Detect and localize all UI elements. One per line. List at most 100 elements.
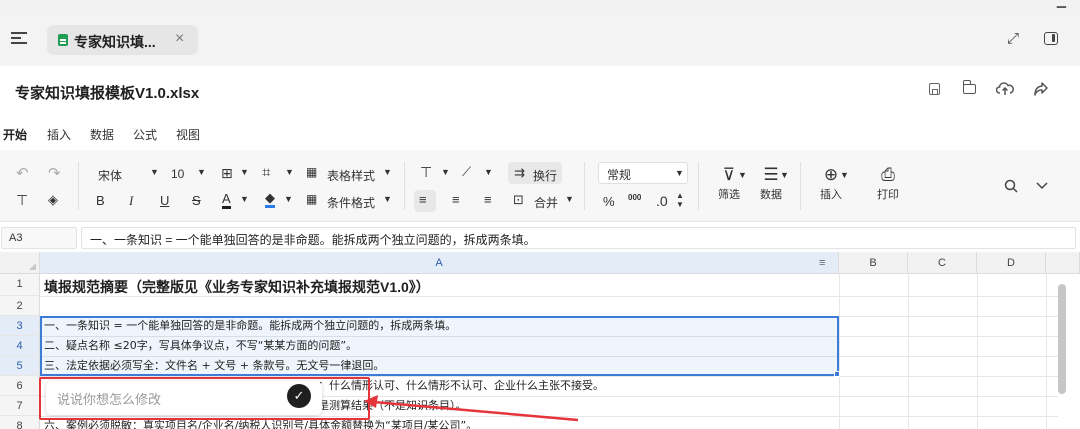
column-header-d[interactable]: D	[977, 252, 1046, 274]
align-center-icon[interactable]: ≡	[452, 192, 460, 207]
vertical-align-icon[interactable]: ⊤	[420, 164, 432, 181]
document-tab[interactable]: 专家知识填... ×	[47, 25, 198, 55]
window-top-strip: ▁	[0, 0, 1080, 14]
chevron-down-icon[interactable]: ▼	[284, 194, 293, 204]
menu-icon[interactable]	[11, 32, 27, 44]
border-icon[interactable]: ⊞	[221, 165, 233, 182]
chevron-down-icon[interactable]: ▼	[150, 167, 159, 177]
crop-icon[interactable]: ⌗	[262, 164, 270, 181]
chevron-down-icon[interactable]: ▼	[441, 167, 450, 177]
underline-button[interactable]: U	[160, 193, 169, 208]
row-header[interactable]: 4	[0, 336, 40, 356]
format-painter-icon[interactable]: ⊤	[16, 192, 28, 209]
search-icon[interactable]	[1004, 179, 1018, 193]
chevron-down-icon[interactable]: ▼	[240, 194, 249, 204]
vertical-scrollbar[interactable]	[1058, 278, 1066, 428]
chevron-down-icon[interactable]: ▼	[285, 167, 294, 177]
upload-icon[interactable]	[996, 80, 1014, 98]
row-header[interactable]: 2	[0, 296, 40, 316]
tab-data[interactable]: 数据	[90, 126, 114, 143]
conditional-format-icon: ▦	[306, 192, 318, 206]
align-left-icon[interactable]: ≡	[419, 192, 427, 207]
chevron-down-icon[interactable]: ▼	[197, 167, 206, 177]
formula-bar: A3 一、一条知识 = 一个能单独回答的是非命题。能拆成两个独立问题的，拆成两条…	[0, 224, 1080, 252]
strikethrough-button[interactable]: S	[192, 193, 201, 208]
row-header[interactable]: 8	[0, 416, 40, 429]
align-right-icon[interactable]: ≡	[484, 192, 492, 207]
text-rotate-icon[interactable]: ⟋	[462, 164, 471, 180]
column-header-b[interactable]: B	[839, 252, 908, 274]
cell-a5[interactable]: 三、法定依据必须写全：文件名 + 文号 + 条款号。无文号一律退回。	[44, 356, 384, 376]
spreadsheet-icon	[58, 34, 68, 46]
undo-icon[interactable]: ↶	[16, 164, 29, 182]
wrap-button[interactable]: 换行	[533, 167, 557, 184]
close-icon[interactable]: ×	[175, 30, 184, 48]
cell-a3[interactable]: 一、一条知识 = 一个能单独回答的是非命题。能拆成两个独立问题的，拆成两条填。	[44, 316, 456, 336]
chevron-down-icon[interactable]: ▼	[738, 170, 747, 180]
number-format-select[interactable]: 常规 ▼	[598, 162, 688, 184]
file-title: 专家知识填报模板V1.0.xlsx	[15, 85, 200, 102]
chevron-down-icon[interactable]: ▼	[240, 167, 249, 177]
chevron-down-icon[interactable]: ▼	[383, 194, 392, 204]
folder-icon[interactable]	[962, 80, 976, 94]
eraser-icon[interactable]: ◈	[48, 192, 58, 208]
print-label: 打印	[877, 189, 899, 201]
tab-insert[interactable]: 插入	[47, 126, 71, 143]
row-header[interactable]: 5	[0, 356, 40, 376]
conditional-format-button[interactable]: 条件格式	[327, 194, 375, 211]
document-tab-label: 专家知识填...	[74, 34, 156, 50]
chevron-down-icon[interactable]: ▼	[565, 194, 574, 204]
tab-view[interactable]: 视图	[176, 126, 200, 143]
insert-label: 插入	[820, 189, 842, 201]
thousands-button[interactable]: 000	[628, 193, 641, 202]
ribbon-tabs: 开始 插入 数据 公式 视图	[0, 116, 1080, 152]
save-icon[interactable]	[929, 83, 940, 95]
wrap-icon: ⇉	[514, 165, 525, 180]
chevron-down-icon: ▼	[675, 168, 684, 178]
cell-a1[interactable]: 填报规范摘要（完整版见《业务专家知识补充填报规范V1.0》）	[44, 274, 430, 300]
row-header[interactable]: 6	[0, 376, 40, 396]
tab-home[interactable]: 开始	[3, 126, 28, 152]
decimal-button[interactable]: .0	[656, 193, 668, 209]
print-button[interactable]: ⎙ 打印	[870, 164, 906, 202]
printer-icon: ⎙	[881, 165, 895, 184]
italic-button[interactable]: I	[129, 193, 133, 209]
row-header[interactable]: 3	[0, 316, 40, 336]
column-header-e[interactable]	[1046, 252, 1080, 274]
fill-handle[interactable]	[834, 371, 840, 377]
row-header[interactable]: 1	[0, 274, 40, 296]
sidebar-toggle-icon[interactable]	[1044, 32, 1058, 45]
chevron-down-icon[interactable]: ▼	[780, 170, 789, 180]
column-header-a[interactable]: A	[40, 252, 839, 274]
percent-button[interactable]: %	[603, 194, 615, 209]
formula-input[interactable]: 一、一条知识 = 一个能单独回答的是非命题。能拆成两个独立问题的，拆成两条填。	[81, 227, 1076, 249]
share-icon[interactable]	[1032, 80, 1050, 98]
window-control-icon[interactable]: ▁	[1057, 0, 1066, 8]
column-filter-icon[interactable]: ≡	[819, 257, 831, 269]
font-size-select[interactable]: 10	[171, 167, 184, 181]
chevron-down-icon[interactable]	[1036, 181, 1048, 191]
separator	[584, 162, 585, 210]
cell-reference-box[interactable]: A3	[1, 227, 77, 249]
font-name-select[interactable]: 宋体	[98, 167, 122, 184]
file-title-bar: 专家知识填报模板V1.0.xlsx	[0, 66, 1080, 116]
select-all-corner[interactable]	[0, 252, 40, 274]
highlight-box	[39, 377, 370, 420]
row-header[interactable]: 7	[0, 396, 40, 416]
decimal-stepper-icon[interactable]: ▲ ▼	[676, 191, 684, 209]
bold-button[interactable]: B	[96, 193, 105, 208]
fill-color-icon[interactable]: ◆	[265, 191, 275, 208]
redo-icon[interactable]: ↷	[48, 164, 61, 182]
scrollbar-thumb[interactable]	[1058, 284, 1066, 394]
chevron-down-icon[interactable]: ▼	[840, 170, 849, 180]
merge-button[interactable]: 合并	[534, 194, 558, 211]
chevron-down-icon[interactable]: ▼	[484, 167, 493, 177]
separator	[698, 162, 699, 210]
cell-a4[interactable]: 二、疑点名称 ≤20字，写具体争议点，不写“某某方面的问题”。	[44, 336, 357, 356]
font-color-button[interactable]: A	[222, 192, 231, 209]
table-style-button[interactable]: 表格样式	[327, 167, 375, 184]
chevron-down-icon[interactable]: ▼	[383, 167, 392, 177]
expand-icon[interactable]: ⤢	[1007, 30, 1019, 47]
tab-formula[interactable]: 公式	[133, 126, 157, 143]
column-header-c[interactable]: C	[908, 252, 977, 274]
